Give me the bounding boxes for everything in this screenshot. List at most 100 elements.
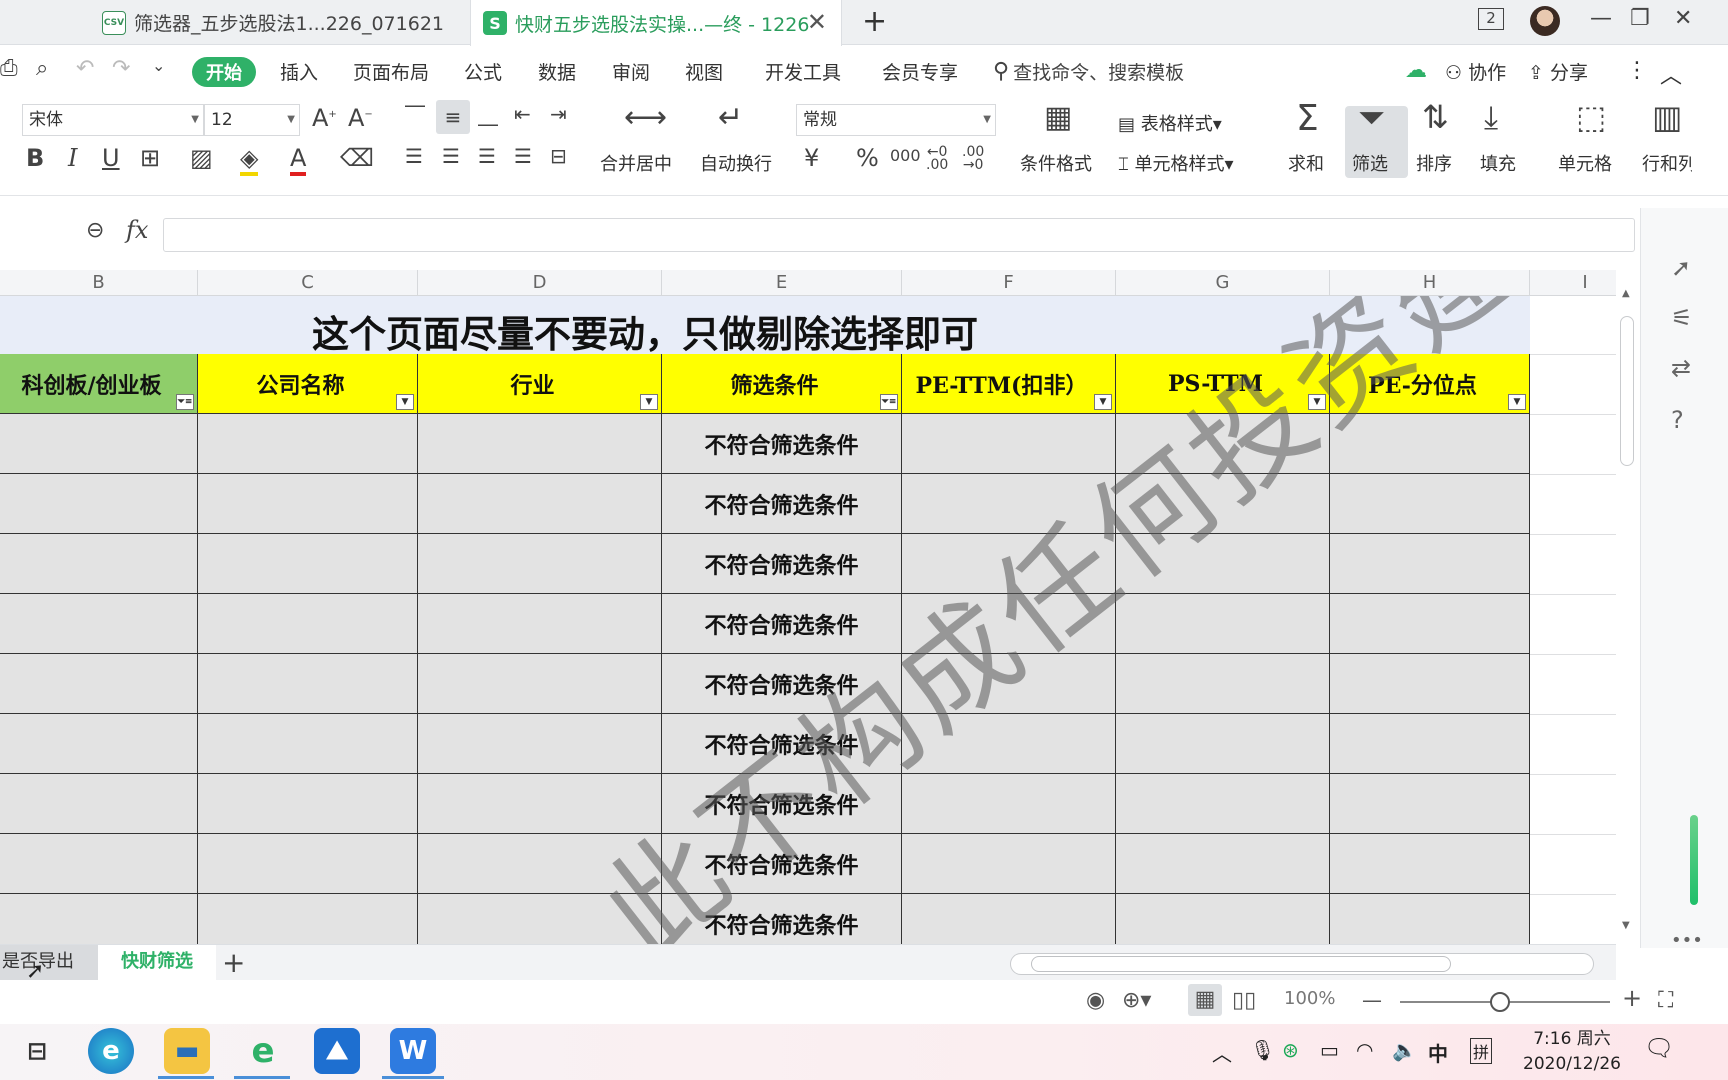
currency-icon[interactable]: ¥ <box>804 144 819 172</box>
scroll-down-icon[interactable]: ▼ <box>1622 920 1630 931</box>
window-count-badge[interactable]: 2 <box>1478 8 1504 30</box>
column-header-f[interactable]: F <box>902 270 1116 296</box>
table-header-cell[interactable]: PE-分位点 ▼ <box>1330 354 1530 414</box>
ime-mode[interactable]: 拼 <box>1470 1038 1493 1064</box>
ie-icon[interactable]: e <box>240 1028 286 1074</box>
conditional-format-button[interactable]: 条件格式 <box>1020 150 1092 176</box>
horizontal-scrollbar[interactable] <box>1010 953 1594 975</box>
table-cell[interactable] <box>902 594 1116 654</box>
menu-view[interactable]: 视图 <box>685 58 723 85</box>
photos-icon[interactable]: ⛰ <box>314 1028 360 1074</box>
document-tab-csv[interactable]: CSV 筛选器_五步选股法1...226_071621 <box>90 0 470 45</box>
table-cell[interactable] <box>418 774 662 834</box>
align-left-icon[interactable]: ☰ <box>405 144 423 168</box>
table-style-button[interactable]: ▤ 表格样式▾ <box>1118 110 1222 136</box>
table-cell[interactable] <box>0 474 198 534</box>
table-cell[interactable] <box>198 714 418 774</box>
collapse-ribbon-icon[interactable]: ︿ <box>1660 58 1682 90</box>
table-cell[interactable] <box>1330 834 1530 894</box>
table-cell[interactable]: 不符合筛选条件 <box>662 414 902 474</box>
system-clock[interactable]: 7:16 周六 2020/12/26 <box>1512 1027 1632 1077</box>
align-right-icon[interactable]: ☰ <box>478 144 496 168</box>
ime-language[interactable]: 中 <box>1428 1038 1448 1067</box>
microphone-icon[interactable]: 🎙 <box>1250 1038 1275 1062</box>
table-cell[interactable] <box>902 534 1116 594</box>
fill-color-icon[interactable]: ◈ <box>240 144 259 176</box>
table-cell[interactable] <box>198 474 418 534</box>
battery-icon[interactable]: ▭ <box>1320 1038 1339 1062</box>
increase-indent-icon[interactable]: ⇥ <box>550 102 567 126</box>
table-cell[interactable] <box>902 414 1116 474</box>
eye-protection-icon[interactable]: ◉ <box>1086 988 1105 1013</box>
empty-column-i[interactable] <box>1530 354 1616 944</box>
wps-icon[interactable]: W <box>390 1028 436 1074</box>
column-header-d[interactable]: D <box>418 270 662 296</box>
sheet-grid[interactable]: 这个页面尽量不要动，只做剔除选择即可 科创板/创业板 ⏷≡ 公司名称 ▼ 行业 ▼ 筛选条件… <box>0 296 1616 944</box>
vertical-scroll-thumb[interactable] <box>1620 316 1634 466</box>
menu-start[interactable]: 开始 <box>192 57 256 87</box>
table-header-cell[interactable]: 科创板/创业板 ⏷≡ <box>0 354 198 414</box>
font-size-select[interactable]: 12 ▼ <box>204 104 300 136</box>
zoom-level[interactable]: 100% <box>1284 988 1335 1009</box>
table-cell[interactable] <box>1116 594 1330 654</box>
table-cell[interactable] <box>1330 534 1530 594</box>
layout-center-icon[interactable]: ⊕▾ <box>1122 988 1151 1013</box>
table-header-cell[interactable]: 公司名称 ▼ <box>198 354 418 414</box>
table-cell[interactable]: 不符合筛选条件 <box>662 474 902 534</box>
scroll-up-icon[interactable]: ▲ <box>1622 288 1630 299</box>
sort-icon[interactable]: ⇅ <box>1422 98 1449 136</box>
clear-format-icon[interactable]: ⌫ <box>340 144 374 172</box>
table-cell[interactable] <box>902 834 1116 894</box>
table-cell[interactable] <box>902 774 1116 834</box>
filter-dropdown-icon[interactable]: ▼ <box>640 394 658 410</box>
horizontal-scroll-thumb[interactable] <box>1031 956 1451 972</box>
fill-button[interactable]: 填充 <box>1480 150 1516 176</box>
help-icon[interactable]: ? <box>1671 406 1684 434</box>
close-window-icon[interactable]: ✕ <box>1674 6 1692 31</box>
align-bottom-icon[interactable]: ⎽ <box>478 102 498 126</box>
row-col-button[interactable]: 行和列 <box>1642 150 1692 176</box>
more-dots-icon[interactable]: ••• <box>1671 930 1703 951</box>
column-header-c[interactable]: C <box>198 270 418 296</box>
cell-pattern-icon[interactable]: ▨ <box>190 144 213 172</box>
normal-view-icon[interactable]: ▦ <box>1188 984 1222 1016</box>
table-header-cell[interactable]: PS-TTM ▼ <box>1116 354 1330 414</box>
column-header-e[interactable]: E <box>662 270 902 296</box>
banner-row[interactable]: 这个页面尽量不要动，只做剔除选择即可 <box>0 296 1530 356</box>
table-cell[interactable]: 不符合筛选条件 <box>662 894 902 944</box>
table-cell[interactable] <box>418 894 662 944</box>
menu-developer[interactable]: 开发工具 <box>765 58 841 85</box>
new-tab-button[interactable]: + <box>862 4 887 39</box>
cell-button[interactable]: 单元格 <box>1558 150 1612 176</box>
table-header-cell[interactable]: 筛选条件 ⏷≡ <box>662 354 902 414</box>
table-cell[interactable]: 不符合筛选条件 <box>662 594 902 654</box>
sheet-tab-active[interactable]: 快财筛选 <box>98 945 216 981</box>
column-header-h[interactable]: H <box>1330 270 1530 296</box>
minimize-icon[interactable]: — <box>1590 6 1612 31</box>
avatar[interactable] <box>1530 6 1560 36</box>
decrease-font-icon[interactable]: A− <box>348 104 373 132</box>
table-cell[interactable] <box>418 594 662 654</box>
table-cell[interactable] <box>418 714 662 774</box>
number-format-select[interactable]: 常规 ▼ <box>796 104 996 136</box>
table-cell[interactable]: 不符合筛选条件 <box>662 714 902 774</box>
close-tab-icon[interactable]: ✕ <box>807 8 827 36</box>
print-icon[interactable]: ⎙ <box>0 56 18 81</box>
align-center-icon[interactable]: ☰ <box>442 144 460 168</box>
table-cell[interactable] <box>1116 414 1330 474</box>
wifi-icon[interactable]: ◠ <box>1356 1038 1373 1062</box>
align-top-icon[interactable]: ⎺ <box>405 102 425 126</box>
table-cell[interactable] <box>1116 834 1330 894</box>
table-cell[interactable] <box>1330 774 1530 834</box>
row-col-icon[interactable]: ▥ <box>1652 98 1682 136</box>
zoom-slider-knob[interactable] <box>1490 992 1510 1012</box>
distribute-icon[interactable]: ⊟ <box>550 144 567 168</box>
tray-expand-icon[interactable]: ︿ <box>1212 1038 1232 1067</box>
table-cell[interactable] <box>1330 714 1530 774</box>
table-cell[interactable] <box>1330 654 1530 714</box>
active-filter-icon[interactable]: ⏷≡ <box>176 394 194 410</box>
table-cell[interactable] <box>0 534 198 594</box>
table-cell[interactable] <box>1330 894 1530 944</box>
filter-dropdown-icon[interactable]: ▼ <box>1308 394 1326 410</box>
undo-icon[interactable]: ↶ <box>76 56 94 81</box>
